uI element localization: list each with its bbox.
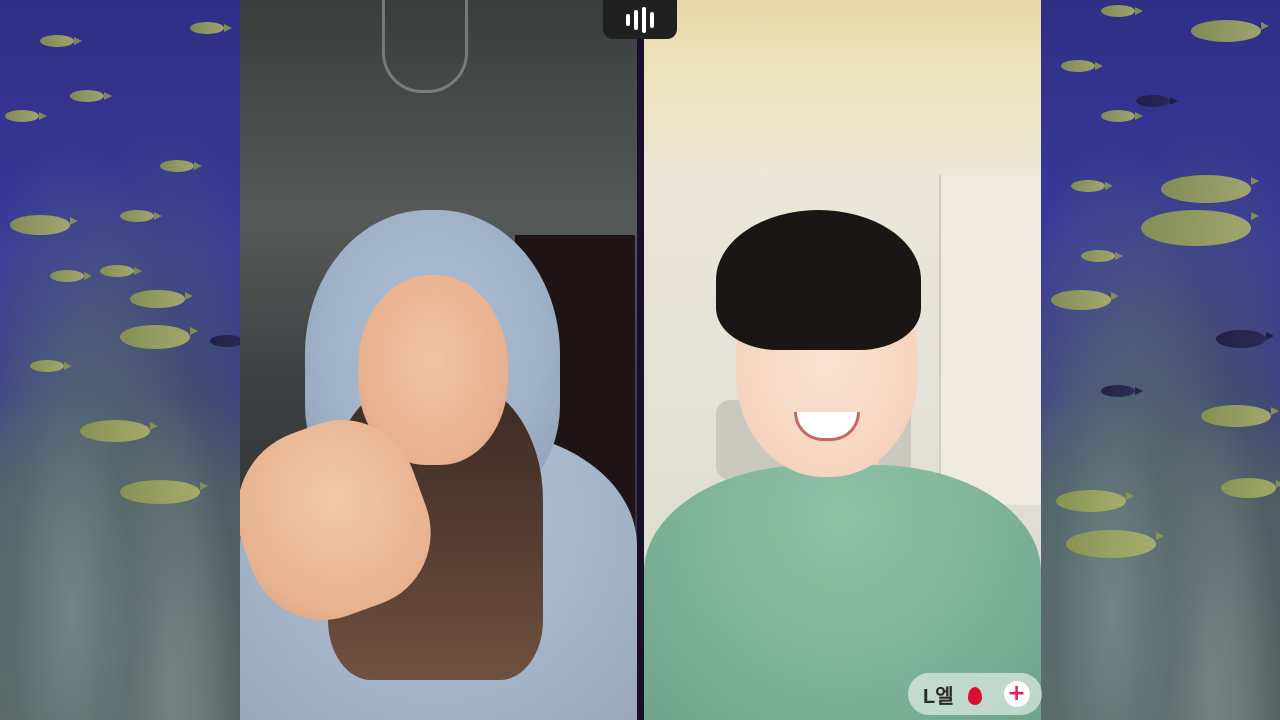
fish-decoration [1136,95,1178,107]
fish-decoration [100,265,142,277]
ocean-background-right [1041,0,1280,720]
guest-user-tag[interactable]: L엘 + [908,673,1042,715]
fish-decoration [160,160,202,172]
fish-decoration [30,360,72,372]
fish-decoration [1066,530,1164,558]
right-video-feed[interactable] [644,0,1041,720]
fish-decoration [50,270,92,282]
fish-decoration [1191,20,1269,42]
fish-decoration [190,22,232,34]
fish-decoration [1061,60,1103,72]
fish-decoration [5,110,47,122]
fish-decoration [210,335,252,347]
fish-decoration [1201,405,1279,427]
guest-username: L엘 [923,685,954,708]
fish-decoration [1071,180,1113,192]
fish-decoration [1141,210,1259,246]
fish-decoration [1101,385,1143,397]
fish-decoration [40,35,82,47]
ceiling-fixture [382,0,468,93]
fish-decoration [1051,290,1119,310]
fish-decoration [10,215,78,235]
fish-decoration [120,325,198,349]
fish-decoration [70,90,112,102]
fish-decoration [1056,490,1134,512]
ocean-background-left [0,0,252,720]
fish-decoration [1081,250,1123,262]
fish-decoration [1221,478,1280,498]
left-video-feed[interactable] [240,0,637,720]
fish-decoration [1161,175,1259,203]
fish-decoration [1216,330,1274,348]
fish-decoration [80,420,158,442]
fish-decoration [1101,110,1143,122]
fish-decoration [120,210,162,222]
audio-indicator[interactable] [603,0,677,39]
background-door [939,175,1041,505]
red-balloon-icon [967,687,982,705]
audio-wave-icon [626,6,654,33]
right-person-hair [716,210,921,350]
fish-decoration [1101,5,1143,17]
fish-decoration [120,480,208,504]
follow-button[interactable]: + [1003,681,1030,707]
video-divider [637,0,644,720]
fish-decoration [130,290,193,308]
